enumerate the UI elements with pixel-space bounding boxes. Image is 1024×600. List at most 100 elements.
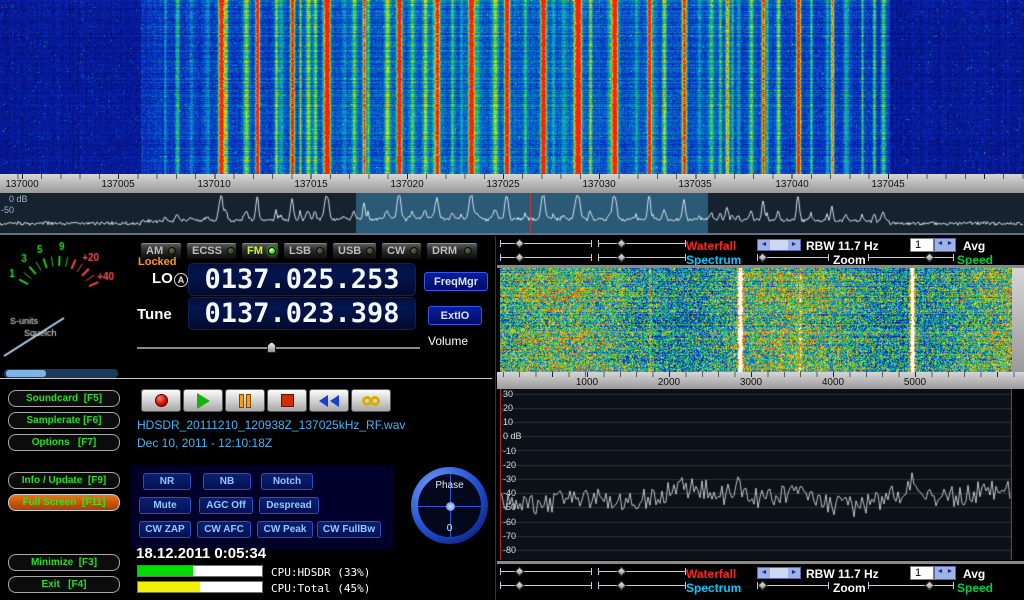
- phase-value: 0: [447, 523, 453, 534]
- slider-thumb[interactable]: [925, 253, 935, 263]
- loop-button[interactable]: [351, 389, 391, 412]
- scroll-thumb[interactable]: [770, 568, 788, 578]
- cw-fullbw-button[interactable]: CW FullBw: [317, 521, 381, 538]
- main-frequency-scale[interactable]: 137000 137005 137010 137015 137020 13702…: [0, 174, 1024, 193]
- spectrum-range-slider-bottom[interactable]: [500, 580, 592, 591]
- spectrum-label-bottom: Spectrum: [686, 582, 741, 594]
- avg-scrollbar[interactable]: ◄►: [934, 238, 956, 252]
- avg-count-select-top[interactable]: 1◄►: [910, 238, 956, 252]
- despread-button[interactable]: Despread: [259, 497, 319, 514]
- cpu-total-bar: [137, 581, 263, 593]
- minimize-button[interactable]: Minimize [F3]: [8, 554, 120, 571]
- pause-button[interactable]: [225, 389, 265, 412]
- speed-slider-bottom[interactable]: [868, 580, 954, 591]
- rbw-label-top: RBW 11.7 Hz: [806, 240, 879, 252]
- main-spectrum-display[interactable]: [0, 193, 1024, 233]
- squelch-slider-thumb[interactable]: [6, 370, 46, 377]
- avg-label-bottom: Avg: [963, 568, 985, 580]
- speed-slider-top[interactable]: [868, 252, 954, 263]
- spectrum-scroll-bottom[interactable]: ◄►: [757, 567, 801, 579]
- mode-ecss-button[interactable]: ECSS: [186, 242, 237, 260]
- slider-thumb[interactable]: [758, 581, 768, 591]
- mode-drm-led: [464, 247, 472, 255]
- scroll-left-icon[interactable]: ◄: [935, 567, 945, 579]
- volume-slider[interactable]: [137, 341, 420, 354]
- mute-button[interactable]: Mute: [139, 497, 191, 514]
- db-zero-label: 0 dB: [9, 195, 28, 204]
- lo-frequency-display[interactable]: 0137.025.253: [188, 263, 416, 296]
- notch-button[interactable]: Notch: [261, 473, 313, 490]
- slider-thumb[interactable]: [617, 567, 627, 577]
- mode-lsb-button[interactable]: LSB: [283, 242, 328, 260]
- slider-thumb[interactable]: [515, 253, 525, 263]
- mode-drm-button[interactable]: DRM: [426, 242, 478, 260]
- spectrum-offset-slider-top[interactable]: [598, 252, 686, 263]
- avg-scrollbar[interactable]: ◄►: [934, 566, 956, 580]
- exit-button[interactable]: Exit [F4]: [8, 576, 120, 593]
- slider-thumb[interactable]: [515, 239, 525, 249]
- tune-frequency-display[interactable]: 0137.023.398: [188, 297, 416, 330]
- scroll-thumb[interactable]: [770, 240, 788, 250]
- mode-cw-button[interactable]: CW: [381, 242, 422, 260]
- nb-button[interactable]: NB: [203, 473, 251, 490]
- avg-count-select-bottom[interactable]: 1◄►: [910, 566, 956, 580]
- cw-zap-button[interactable]: CW ZAP: [139, 521, 191, 538]
- slider-thumb[interactable]: [515, 567, 525, 577]
- slider-thumb[interactable]: [617, 581, 627, 591]
- mode-usb-button[interactable]: USB: [332, 242, 377, 260]
- stop-button[interactable]: [267, 389, 307, 412]
- info-update-button[interactable]: Info / Update [F9]: [8, 472, 120, 489]
- slider-thumb[interactable]: [925, 581, 935, 591]
- volume-slider-thumb[interactable]: [267, 342, 276, 353]
- full-screen-button[interactable]: Full Screen [F11]: [8, 494, 120, 511]
- db-axis-label: 20: [503, 404, 513, 413]
- mode-fm-label: FM: [247, 246, 263, 257]
- waterfall-brightness-slider-top[interactable]: [500, 238, 592, 249]
- zoom-slider-top[interactable]: [757, 252, 829, 263]
- panel-divider: [0, 233, 1024, 235]
- slider-thumb[interactable]: [617, 253, 627, 263]
- waterfall-contrast-slider-top[interactable]: [598, 238, 686, 249]
- scroll-right-icon[interactable]: ►: [945, 239, 955, 251]
- display-control-row-top: Waterfall ◄► RBW 11.7 Hz 1◄► Avg Spectru…: [497, 237, 1024, 265]
- scroll-left-icon[interactable]: ◄: [758, 240, 770, 250]
- samplerate-button[interactable]: Samplerate [F6]: [8, 412, 120, 429]
- spectrum-scroll-top[interactable]: ◄►: [757, 239, 801, 251]
- rewind-button[interactable]: [309, 389, 349, 412]
- rf-frequency-scale[interactable]: 1000 2000 3000 4000 5000: [497, 372, 1024, 389]
- phase-scope: Phase 0: [418, 474, 481, 537]
- rf-spectrum-display[interactable]: [500, 389, 1012, 560]
- nr-button[interactable]: NR: [143, 473, 191, 490]
- spectrum-offset-slider-bottom[interactable]: [598, 580, 686, 591]
- squelch-slider[interactable]: [4, 369, 118, 378]
- scroll-right-icon[interactable]: ►: [945, 567, 955, 579]
- cw-afc-button[interactable]: CW AFC: [197, 521, 251, 538]
- soundcard-button[interactable]: Soundcard [F5]: [8, 390, 120, 407]
- main-waterfall-display[interactable]: [0, 0, 1024, 174]
- record-button[interactable]: [141, 389, 181, 412]
- zoom-slider-bottom[interactable]: [757, 580, 829, 591]
- mode-fm-button[interactable]: FM: [241, 242, 279, 260]
- slider-thumb[interactable]: [758, 253, 768, 263]
- extio-button[interactable]: ExtIO: [428, 306, 482, 325]
- lo-lock-badge[interactable]: A: [174, 273, 188, 287]
- scroll-left-icon[interactable]: ◄: [758, 568, 770, 578]
- rf-waterfall-display[interactable]: [500, 268, 1012, 372]
- cpu-total-bar-fill: [138, 582, 200, 592]
- waterfall-brightness-slider-bottom[interactable]: [500, 566, 592, 577]
- options-button[interactable]: Options [F7]: [8, 434, 120, 451]
- waterfall-contrast-slider-bottom[interactable]: [598, 566, 686, 577]
- cw-peak-button[interactable]: CW Peak: [257, 521, 313, 538]
- agc-button[interactable]: AGC Off: [199, 497, 253, 514]
- play-button[interactable]: [183, 389, 223, 412]
- rewind-icon: [330, 395, 339, 407]
- scale-label: 137030: [582, 179, 615, 190]
- scroll-left-icon[interactable]: ◄: [935, 239, 945, 251]
- scroll-right-icon[interactable]: ►: [788, 240, 800, 250]
- freqmgr-button[interactable]: FreqMgr: [424, 272, 488, 291]
- scroll-right-icon[interactable]: ►: [788, 568, 800, 578]
- slider-thumb[interactable]: [515, 581, 525, 591]
- slider-thumb[interactable]: [617, 239, 627, 249]
- spectrum-range-slider-top[interactable]: [500, 252, 592, 263]
- vertical-divider: [495, 236, 496, 600]
